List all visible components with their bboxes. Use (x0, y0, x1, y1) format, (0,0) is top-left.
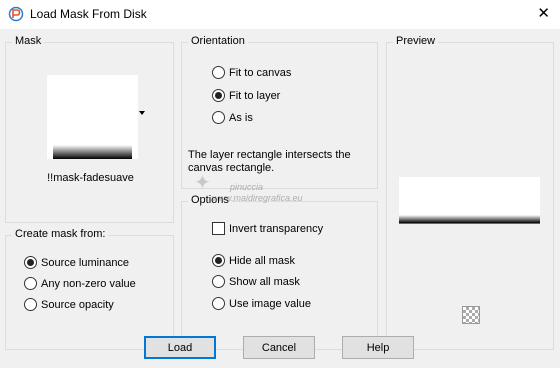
create-mask-from-group: Create mask from: Source luminance Any n… (5, 228, 174, 350)
radio-label: Hide all mask (229, 254, 296, 267)
radio-button[interactable] (212, 89, 225, 102)
watermark-line2: www.maidiregrafica.eu (212, 193, 303, 203)
radio-label: Source luminance (41, 256, 130, 269)
radio-label: Any non-zero value (41, 277, 136, 290)
create-mask-legend: Create mask from: (12, 228, 109, 240)
window-title: Load Mask From Disk (30, 7, 147, 21)
radio-button[interactable] (24, 256, 37, 269)
mask-legend: Mask (12, 35, 45, 47)
radio-label: Fit to layer (229, 89, 281, 102)
title-bar: Load Mask From Disk ✕ (0, 0, 560, 29)
transparency-checker-icon[interactable] (462, 306, 480, 324)
radio-source-luminance[interactable]: Source luminance (24, 256, 129, 269)
radio-button[interactable] (212, 66, 225, 79)
radio-label: Use image value (229, 297, 311, 310)
help-button[interactable]: Help (342, 336, 414, 359)
preview-group: Preview (386, 35, 554, 350)
radio-label: Fit to canvas (229, 66, 292, 79)
orientation-message: The layer rectangle intersects the canva… (188, 149, 351, 174)
dropdown-arrow-icon[interactable] (139, 111, 145, 115)
mask-thumbnail[interactable] (47, 75, 138, 159)
radio-fit-to-layer[interactable]: Fit to layer (212, 89, 280, 102)
radio-use-image-value[interactable]: Use image value (212, 297, 311, 310)
radio-label: Source opacity (41, 298, 114, 311)
preview-image (399, 177, 540, 224)
app-icon (8, 6, 24, 22)
star-icon: ✦ (194, 172, 211, 194)
checkbox-label: Invert transparency (229, 222, 324, 235)
load-button[interactable]: Load (144, 336, 216, 359)
checkbox-invert-transparency[interactable]: Invert transparency (212, 222, 323, 235)
mask-name-label: !!mask-fadesuave (47, 172, 134, 184)
options-group: Options Invert transparency Hide all mas… (181, 194, 378, 350)
dialog-body: Mask !!mask-fadesuave Create mask from: … (0, 29, 560, 368)
radio-show-all-mask[interactable]: Show all mask (212, 275, 300, 288)
radio-label: As is (229, 111, 253, 124)
radio-button[interactable] (24, 277, 37, 290)
orientation-group: Orientation Fit to canvas Fit to layer A… (181, 35, 378, 189)
orientation-legend: Orientation (188, 35, 248, 47)
radio-as-is[interactable]: As is (212, 111, 253, 124)
radio-button[interactable] (24, 298, 37, 311)
radio-hide-all-mask[interactable]: Hide all mask (212, 254, 295, 267)
preview-legend: Preview (393, 35, 439, 47)
radio-button[interactable] (212, 111, 225, 124)
close-icon[interactable]: ✕ (537, 4, 550, 22)
watermark-line1: pinuccia (230, 182, 264, 192)
radio-button[interactable] (212, 275, 225, 288)
mask-group: Mask !!mask-fadesuave (5, 35, 174, 223)
radio-any-non-zero-value[interactable]: Any non-zero value (24, 277, 136, 290)
radio-source-opacity[interactable]: Source opacity (24, 298, 114, 311)
radio-button[interactable] (212, 254, 225, 267)
checkbox[interactable] (212, 222, 225, 235)
watermark: ✦ pinuccia www.maidiregrafica.eu (194, 173, 303, 204)
radio-button[interactable] (212, 297, 225, 310)
cancel-button[interactable]: Cancel (243, 336, 315, 359)
radio-fit-to-canvas[interactable]: Fit to canvas (212, 66, 291, 79)
radio-label: Show all mask (229, 275, 300, 288)
